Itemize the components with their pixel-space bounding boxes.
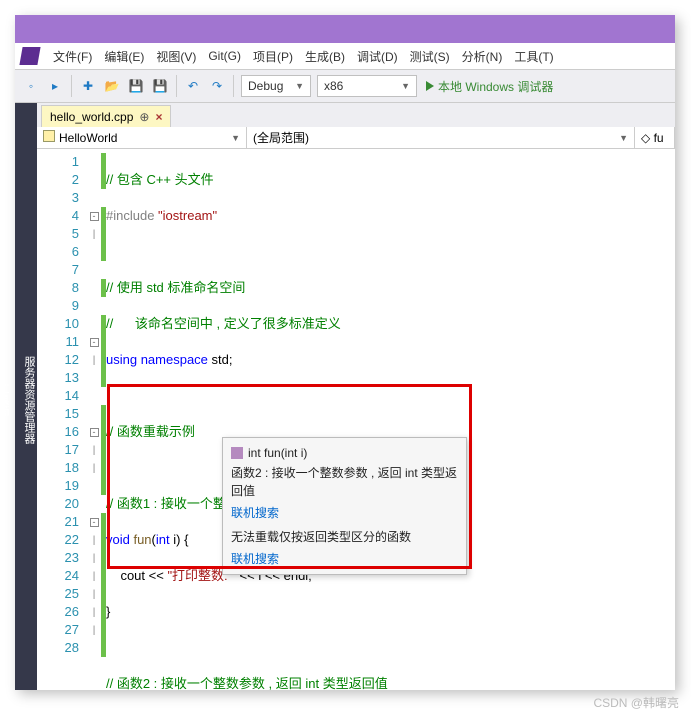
editor-area: hello_world.cpp ⊕ × HelloWorld ▼ (全局范围) ▼ … [37,103,675,690]
tab-row: hello_world.cpp ⊕ × [37,103,675,127]
region-value: (全局范围) [253,129,309,146]
file-tab[interactable]: hello_world.cpp ⊕ × [41,105,171,127]
navigation-bar: HelloWorld ▼ (全局范围) ▼ ◇ fu [37,127,675,149]
save-button[interactable]: 💾 [125,75,147,97]
menu-git[interactable]: Git(G) [202,46,247,66]
fold-icon[interactable]: - [90,428,99,437]
toolbar: ◦ ▸ ✚ 📂 💾 💾 ↶ ↷ Debug ▼ x86 ▼ 本地 Windows 调… [15,69,675,103]
chevron-down-icon: ▼ [619,133,628,143]
run-label: 本地 Windows 调试器 [438,78,553,95]
nav-fwd-button[interactable]: ▸ [44,75,66,97]
fold-column: -|-|-||-|||||| [87,149,101,690]
menu-tools[interactable]: 工具(T) [508,45,559,68]
play-icon [426,81,434,91]
config-value: Debug [248,79,283,93]
fold-icon[interactable]: - [90,338,99,347]
menu-build[interactable]: 生成(B) [299,45,351,68]
redo-button[interactable]: ↷ [206,75,228,97]
fold-icon[interactable]: - [90,212,99,221]
member-value: fu [654,131,664,145]
undo-button[interactable]: ↶ [182,75,204,97]
tooltip-error: 无法重载仅按返回类型区分的函数 [231,528,458,546]
close-icon[interactable]: × [155,110,162,124]
fold-icon[interactable]: - [90,518,99,527]
pin-icon[interactable]: ⊕ [139,110,149,124]
start-debug-button[interactable]: 本地 Windows 调试器 [426,78,553,95]
region-combo[interactable]: (全局范围) ▼ [247,127,635,148]
line-number-gutter: 1234567891011121314151617181920212223242… [37,149,87,690]
side-rail: 服务器资源管理器 工具箱 [15,103,37,690]
menu-analyze[interactable]: 分析(N) [456,45,509,68]
platform-value: x86 [324,79,343,93]
code-body[interactable]: // 包含 C++ 头文件 #include "iostream" // 使用 … [106,149,675,690]
chevron-down-icon: ▼ [231,133,240,143]
watermark: CSDN @韩曙亮 [593,694,679,711]
tooltip-desc: 函数2 : 接收一个整数参数 , 返回 int 类型返回值 [231,464,458,500]
new-button[interactable]: ✚ [77,75,99,97]
menu-test[interactable]: 测试(S) [404,45,456,68]
online-search-link[interactable]: 联机搜索 [231,504,458,522]
separator [233,75,234,97]
menu-debug[interactable]: 调试(D) [351,45,404,68]
menu-edit[interactable]: 编辑(E) [98,45,150,68]
online-search-link[interactable]: 联机搜索 [231,550,458,568]
scope-combo[interactable]: HelloWorld ▼ [37,127,247,148]
intellisense-tooltip: int fun(int i) 函数2 : 接收一个整数参数 , 返回 int 类… [222,437,467,575]
save-all-button[interactable]: 💾 [149,75,171,97]
member-combo[interactable]: ◇ fu [635,127,675,148]
project-icon [43,130,55,142]
separator [176,75,177,97]
chevron-down-icon: ▼ [295,81,304,91]
toolbox-tab[interactable]: 工具箱 [0,383,11,416]
tooltip-signature: int fun(int i) [248,444,307,462]
separator [71,75,72,97]
code-editor[interactable]: 1234567891011121314151617181920212223242… [37,149,675,690]
chevron-down-icon: ▼ [401,81,410,91]
open-button[interactable]: 📂 [101,75,123,97]
menu-file[interactable]: 文件(F) [47,45,98,68]
menu-project[interactable]: 项目(P) [247,45,299,68]
scope-value: HelloWorld [59,131,117,145]
title-bar[interactable] [15,15,675,43]
nav-back-button[interactable]: ◦ [20,75,42,97]
tab-filename: hello_world.cpp [50,110,133,124]
method-icon [231,447,243,459]
menu-bar: 文件(F) 编辑(E) 视图(V) Git(G) 项目(P) 生成(B) 调试(… [15,43,675,69]
platform-combo[interactable]: x86 ▼ [317,75,417,97]
vs-logo-icon [19,47,40,65]
server-explorer-tab[interactable]: 服务器资源管理器 [21,356,37,444]
app-window: 文件(F) 编辑(E) 视图(V) Git(G) 项目(P) 生成(B) 调试(… [15,15,675,690]
menu-view[interactable]: 视图(V) [150,45,202,68]
config-combo[interactable]: Debug ▼ [241,75,311,97]
